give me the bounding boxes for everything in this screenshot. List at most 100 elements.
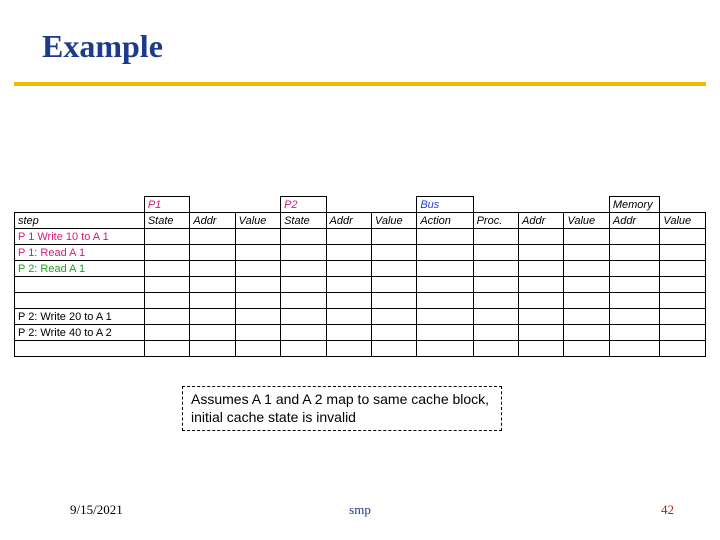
table-row [15, 341, 706, 357]
data-cell [660, 277, 706, 293]
data-cell [417, 293, 473, 309]
table-row: P 1 Write 10 to A 1 [15, 229, 706, 245]
data-cell [417, 261, 473, 277]
header-p1: P1 [144, 197, 189, 213]
table-row: P 1: Read A 1 [15, 245, 706, 261]
data-cell [609, 277, 660, 293]
data-cell [417, 277, 473, 293]
data-cell [660, 293, 706, 309]
data-cell [190, 229, 235, 245]
data-cell [609, 309, 660, 325]
data-cell [326, 309, 371, 325]
data-cell [519, 245, 564, 261]
data-cell [235, 245, 280, 261]
data-cell [371, 277, 416, 293]
data-cell [417, 325, 473, 341]
data-cell [660, 261, 706, 277]
header-value: Value [235, 213, 280, 229]
data-cell [417, 245, 473, 261]
data-cell [144, 309, 189, 325]
page-title: Example [42, 28, 163, 65]
data-cell [519, 229, 564, 245]
step-cell [15, 341, 145, 357]
data-cell [326, 245, 371, 261]
data-cell [281, 245, 326, 261]
data-cell [144, 261, 189, 277]
header-proc: Proc. [473, 213, 518, 229]
step-cell: P 1: Read A 1 [15, 245, 145, 261]
data-cell [564, 261, 609, 277]
header-step: step [15, 213, 145, 229]
table-row: P 2: Write 40 to A 2 [15, 325, 706, 341]
data-cell [417, 229, 473, 245]
header-value: Value [660, 213, 706, 229]
data-cell [281, 325, 326, 341]
data-cell [473, 293, 518, 309]
data-cell [235, 325, 280, 341]
data-cell [417, 309, 473, 325]
data-cell [473, 309, 518, 325]
header-state: State [144, 213, 189, 229]
data-cell [564, 341, 609, 357]
data-cell [144, 341, 189, 357]
data-cell [144, 229, 189, 245]
data-cell [473, 245, 518, 261]
data-cell [473, 229, 518, 245]
table-row [15, 277, 706, 293]
coherence-table: P1 P2 Bus Memory step State Addr Value S… [14, 196, 706, 357]
data-cell [281, 341, 326, 357]
data-cell [609, 293, 660, 309]
data-cell [190, 309, 235, 325]
data-cell [564, 325, 609, 341]
table-row: P 2: Read A 1 [15, 261, 706, 277]
header-value: Value [564, 213, 609, 229]
table-row: P 2: Write 20 to A 1 [15, 309, 706, 325]
header-addr: Addr [609, 213, 660, 229]
data-cell [660, 341, 706, 357]
data-cell [144, 277, 189, 293]
header-p2: P2 [281, 197, 326, 213]
data-cell [190, 293, 235, 309]
data-cell [519, 325, 564, 341]
data-cell [371, 341, 416, 357]
data-cell [190, 245, 235, 261]
data-cell [371, 245, 416, 261]
data-cell [609, 245, 660, 261]
data-cell [371, 293, 416, 309]
data-cell [235, 261, 280, 277]
data-cell [144, 293, 189, 309]
header-value: Value [371, 213, 416, 229]
header-state: State [281, 213, 326, 229]
data-cell [281, 229, 326, 245]
data-cell [281, 277, 326, 293]
data-cell [660, 245, 706, 261]
data-cell [281, 261, 326, 277]
step-cell: P 2: Write 40 to A 2 [15, 325, 145, 341]
header-addr: Addr [326, 213, 371, 229]
table-row [15, 293, 706, 309]
step-cell [15, 277, 145, 293]
data-cell [609, 261, 660, 277]
data-cell [371, 325, 416, 341]
data-cell [326, 261, 371, 277]
group-header-row: P1 P2 Bus Memory [15, 197, 706, 213]
data-cell [564, 293, 609, 309]
data-cell [190, 277, 235, 293]
data-cell [473, 341, 518, 357]
data-cell [473, 261, 518, 277]
data-cell [519, 277, 564, 293]
data-cell [473, 277, 518, 293]
data-cell [519, 261, 564, 277]
header-action: Action [417, 213, 473, 229]
data-cell [660, 309, 706, 325]
data-cell [190, 341, 235, 357]
data-cell [235, 293, 280, 309]
title-rule [14, 82, 706, 86]
data-cell [609, 341, 660, 357]
data-cell [235, 277, 280, 293]
step-cell: P 2: Read A 1 [15, 261, 145, 277]
header-addr: Addr [190, 213, 235, 229]
data-cell [235, 229, 280, 245]
assumption-note: Assumes A 1 and A 2 map to same cache bl… [182, 386, 502, 431]
data-cell [609, 229, 660, 245]
